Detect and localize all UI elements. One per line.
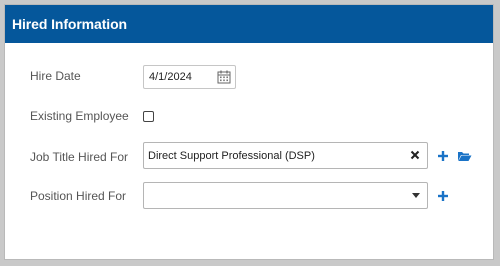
chevron-down-icon[interactable] <box>412 193 420 198</box>
existing-employee-label: Existing Employee <box>30 109 129 123</box>
position-label: Position Hired For <box>30 189 127 203</box>
folder-open-icon[interactable] <box>457 150 472 162</box>
add-job-title-icon[interactable] <box>437 150 449 162</box>
position-select[interactable] <box>143 182 428 209</box>
clear-icon[interactable] <box>409 149 421 161</box>
existing-employee-checkbox[interactable] <box>143 111 154 122</box>
panel-title: Hired Information <box>5 5 493 43</box>
hire-date-input[interactable]: 4/1/2024 <box>143 65 236 89</box>
hire-date-value: 4/1/2024 <box>149 71 192 83</box>
hired-information-panel: Hired Information Hire Date 4/1/2024 Exi… <box>4 4 494 260</box>
calendar-icon[interactable] <box>217 70 231 84</box>
job-title-select[interactable]: Direct Support Professional (DSP) <box>143 142 428 169</box>
job-title-value: Direct Support Professional (DSP) <box>148 150 315 162</box>
hire-date-label: Hire Date <box>30 69 81 83</box>
add-position-icon[interactable] <box>437 190 449 202</box>
job-title-label: Job Title Hired For <box>30 150 129 164</box>
